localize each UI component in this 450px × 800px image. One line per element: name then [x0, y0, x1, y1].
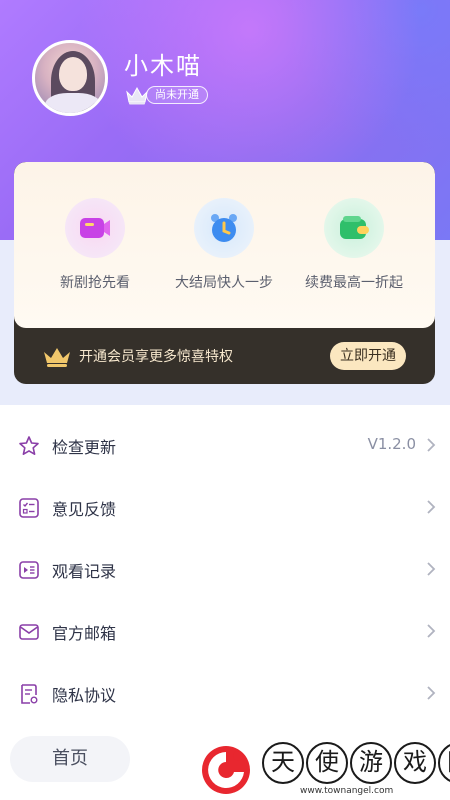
chevron-right-icon: [427, 438, 436, 452]
video-icon: [65, 198, 125, 258]
watermark-url: www.townangel.com: [300, 786, 394, 796]
feature-early-access[interactable]: 新剧抢先看: [30, 198, 160, 292]
vip-status-label: 尚未开通: [146, 86, 208, 104]
watermark-text: 天 使 游 戏 网: [262, 742, 450, 784]
chevron-right-icon: [427, 624, 436, 638]
version-value: V1.2.0: [367, 435, 416, 453]
menu-item-feedback[interactable]: 意见反馈: [0, 477, 450, 539]
feature-renewal-discount[interactable]: 续费最高一折起: [289, 198, 419, 292]
membership-card: 新剧抢先看 大结局快人一步 续费最高一折起 开通会员享更多惊喜特权 立即开通: [14, 162, 435, 384]
open-membership-button[interactable]: 立即开通: [330, 342, 406, 370]
username: 小木喵: [124, 52, 202, 80]
chevron-right-icon: [427, 686, 436, 700]
watermark-logo-icon: [202, 746, 250, 794]
document-icon: [21, 684, 38, 704]
avatar[interactable]: [32, 40, 108, 116]
membership-benefits: 新剧抢先看 大结局快人一步 续费最高一折起: [14, 162, 435, 328]
wallet-icon: [324, 198, 384, 258]
menu-item-official-email[interactable]: 官方邮箱: [0, 601, 450, 663]
checklist-icon: [19, 498, 39, 518]
membership-promo-bar: 开通会员享更多惊喜特权 立即开通: [14, 328, 435, 384]
feature-finale-first[interactable]: 大结局快人一步: [159, 198, 289, 292]
menu-item-privacy-policy[interactable]: 隐私协议: [0, 663, 450, 725]
star-icon: [19, 436, 39, 455]
vip-status-badge: 尚未开通: [124, 84, 208, 106]
crown-icon: [44, 348, 70, 367]
chevron-right-icon: [427, 500, 436, 514]
play-history-icon: [19, 561, 39, 579]
menu-item-watch-history[interactable]: 观看记录: [0, 539, 450, 601]
chevron-right-icon: [427, 562, 436, 576]
promo-text: 开通会员享更多惊喜特权: [79, 349, 233, 365]
alarm-clock-icon: [194, 198, 254, 258]
menu-item-check-update[interactable]: 检查更新 V1.2.0: [0, 415, 450, 477]
crown-icon: [126, 86, 148, 105]
tab-home[interactable]: 首页: [10, 736, 130, 782]
mail-icon: [19, 624, 39, 640]
settings-menu: 检查更新 V1.2.0 意见反馈 观看记录 官方邮箱 隐私协议: [0, 415, 450, 725]
